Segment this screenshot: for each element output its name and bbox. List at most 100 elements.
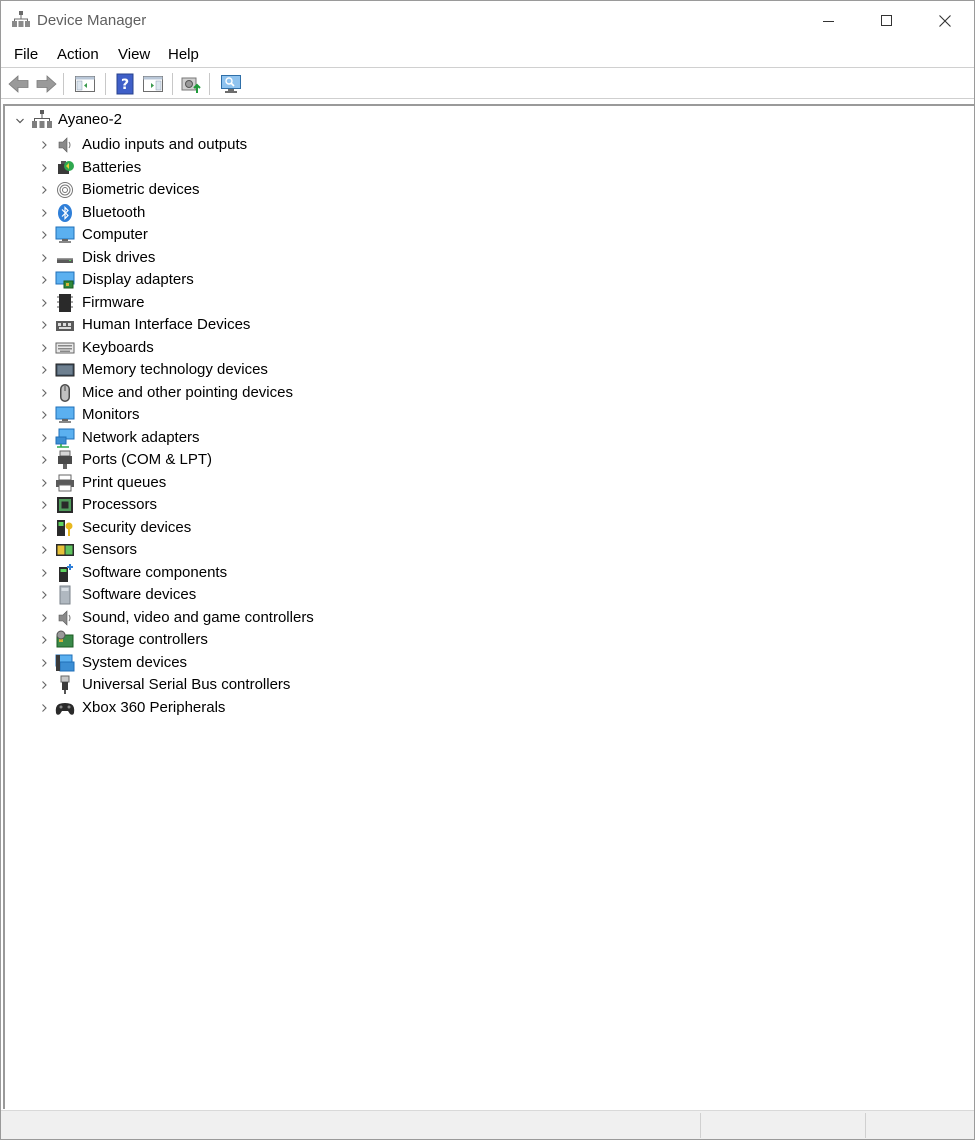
expand-chevron-icon[interactable] [39,298,49,308]
display-adapter-icon [55,271,75,289]
svg-text:?: ? [121,77,129,93]
tree-item-label[interactable]: Batteries [82,159,141,176]
tree-item-label[interactable]: Print queues [82,474,166,491]
software-device-icon [59,585,71,605]
battery-icon [58,160,74,174]
expand-chevron-icon[interactable] [39,433,49,443]
scan-hardware-changes-icon[interactable] [219,72,243,96]
processor-icon [57,497,73,513]
sensor-icon [56,544,74,556]
speaker-icon [58,137,71,153]
tree-item-label[interactable]: Storage controllers [82,631,208,648]
expand-chevron-icon[interactable] [39,590,49,600]
expand-chevron-icon[interactable] [39,703,49,713]
update-driver-icon[interactable] [179,72,203,96]
computer-icon [55,226,75,243]
tree-item-label[interactable]: Universal Serial Bus controllers [82,676,290,693]
expand-chevron-icon[interactable] [39,680,49,690]
minimize-button[interactable] [800,1,858,40]
expand-chevron-icon[interactable] [39,658,49,668]
expand-chevron-icon[interactable] [39,163,49,173]
fingerprint-icon [57,182,73,198]
expand-chevron-icon[interactable] [39,365,49,375]
tree-item-label[interactable]: Xbox 360 Peripherals [82,699,225,716]
minimize-icon [823,20,834,22]
maximize-button[interactable] [858,1,916,40]
device-manager-window: Device Manager File Action View Help ? A… [0,0,975,1140]
tree-item-label[interactable]: Human Interface Devices [82,316,250,333]
expand-chevron-icon[interactable] [39,320,49,330]
tree-item-label[interactable]: Sensors [82,541,137,558]
expand-chevron-icon[interactable] [39,410,49,420]
disk-drive-icon [57,257,73,263]
menu-bar: File Action View Help [1,40,974,68]
back-icon[interactable] [7,72,31,96]
title-bar: Device Manager [1,1,974,40]
tree-item-label[interactable]: Processors [82,496,157,513]
tree-root-label[interactable]: Ayaneo-2 [58,111,122,128]
toolbar-separator [209,73,210,95]
gamepad-icon [55,702,75,715]
software-component-icon [59,563,73,582]
tree-item-label[interactable]: Software devices [82,586,196,603]
menu-file[interactable]: File [14,46,38,63]
tree-item-label[interactable]: Security devices [82,519,191,536]
expand-chevron-icon[interactable] [39,388,49,398]
tree-item-label[interactable]: Biometric devices [82,181,200,198]
printer-icon [56,474,74,491]
close-button[interactable] [916,1,974,40]
expand-chevron-icon[interactable] [39,275,49,285]
maximize-icon [881,14,892,26]
monitor-icon [55,406,75,423]
expand-chevron-icon[interactable] [39,635,49,645]
memory-icon [55,363,75,377]
status-separator [865,1113,866,1138]
tree-item-label[interactable]: Keyboards [82,339,154,356]
tree-item-label[interactable]: System devices [82,654,187,671]
tree-item-label[interactable]: Disk drives [82,249,155,266]
tree-item-label[interactable]: Mice and other pointing devices [82,384,293,401]
mouse-icon [60,383,70,402]
toolbar-separator [105,73,106,95]
menu-view[interactable]: View [118,46,150,63]
network-icon [55,428,75,448]
tree-item-label[interactable]: Software components [82,564,227,581]
menu-help[interactable]: Help [168,46,199,63]
show-hide-console-tree-icon[interactable] [73,72,97,96]
tree-item-label[interactable]: Audio inputs and outputs [82,136,247,153]
device-tree[interactable]: Ayaneo-2 Audio inputs and outputs Batteri… [3,104,974,1109]
expand-chevron-icon[interactable] [39,185,49,195]
device-manager-app-icon [12,11,30,27]
expand-chevron-icon[interactable] [39,455,49,465]
tree-item-label[interactable]: Network adapters [82,429,200,446]
expand-chevron-icon[interactable] [39,230,49,240]
port-icon [58,450,72,469]
collapse-chevron-icon[interactable] [15,116,25,126]
keyboard-icon [55,342,75,353]
tree-item-label[interactable]: Memory technology devices [82,361,268,378]
forward-icon[interactable] [34,72,58,96]
tree-item-label[interactable]: Sound, video and game controllers [82,609,314,626]
firmware-icon [57,293,73,312]
help-icon[interactable]: ? [113,72,137,96]
expand-chevron-icon[interactable] [39,500,49,510]
expand-chevron-icon[interactable] [39,613,49,623]
expand-chevron-icon[interactable] [39,478,49,488]
expand-chevron-icon[interactable] [39,523,49,533]
expand-chevron-icon[interactable] [39,253,49,263]
storage-controller-icon [56,630,74,648]
bluetooth-icon [58,203,72,222]
expand-chevron-icon[interactable] [39,568,49,578]
tree-item-label[interactable]: Display adapters [82,271,194,288]
tree-item-label[interactable]: Firmware [82,294,145,311]
expand-chevron-icon[interactable] [39,343,49,353]
tree-item-label[interactable]: Monitors [82,406,140,423]
show-hide-action-pane-icon[interactable] [141,72,165,96]
expand-chevron-icon[interactable] [39,545,49,555]
tree-item-label[interactable]: Bluetooth [82,204,145,221]
tree-item-label[interactable]: Ports (COM & LPT) [82,451,212,468]
expand-chevron-icon[interactable] [39,140,49,150]
tree-item-label[interactable]: Computer [82,226,148,243]
menu-action[interactable]: Action [57,46,99,63]
expand-chevron-icon[interactable] [39,208,49,218]
